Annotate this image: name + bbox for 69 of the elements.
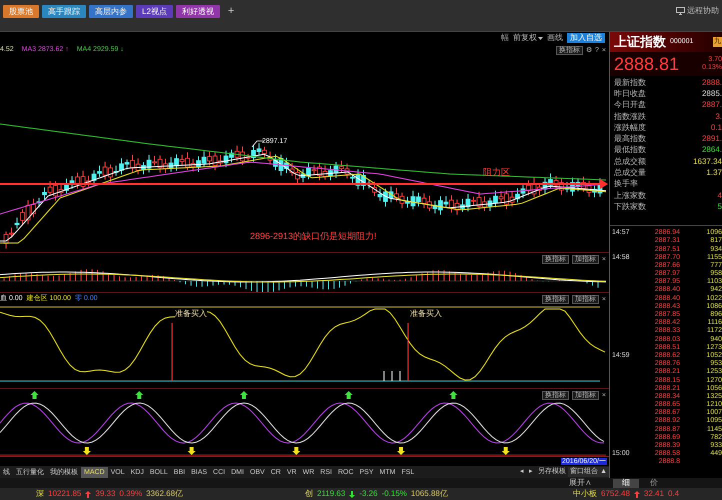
annotation-text: 2896-2913的缺口仍是短期阻力! xyxy=(250,230,377,243)
monitor-icon xyxy=(676,7,685,15)
remote-help-button[interactable]: 远程协助 xyxy=(676,5,719,17)
toolbar-label: 幅 xyxy=(501,32,509,44)
view-tab[interactable]: 价 xyxy=(641,478,667,488)
stat-value: 0.1 xyxy=(710,122,722,134)
stat-value: 2887. xyxy=(702,99,722,112)
market-change: 32.41 xyxy=(644,488,664,500)
view-tab[interactable]: 细 xyxy=(613,478,639,488)
stat-label: 今日开盘 xyxy=(614,99,646,112)
stat-label: 最新指数 xyxy=(614,76,646,89)
stat-value: 2888. xyxy=(702,76,722,89)
stat-value: 1.37 xyxy=(706,167,722,180)
nav-tab[interactable]: 高手跟踪 xyxy=(42,5,86,18)
annotation-text: 准备买入 xyxy=(410,310,442,318)
market-percent: 0.4 xyxy=(668,488,680,500)
market-percent: -0.15% xyxy=(382,488,407,500)
market-amount: 3362.68亿 xyxy=(146,488,184,500)
stat-label: 最高指数 xyxy=(614,133,646,146)
nav-tab[interactable]: L2视点 xyxy=(136,5,173,18)
arrow-marker-icon xyxy=(449,391,458,399)
market-name: 深 xyxy=(36,488,44,500)
arrow-marker-icon xyxy=(240,391,248,399)
stat-value: 5 xyxy=(718,200,722,213)
arrow-marker-icon xyxy=(344,391,353,399)
arrow-marker-icon xyxy=(30,391,39,399)
stat-value: 2885. xyxy=(702,88,722,100)
arrow-marker-icon xyxy=(292,447,300,455)
add-watchlist-button[interactable]: 加入自选 xyxy=(567,33,605,43)
stat-label: 上涨家数 xyxy=(614,190,646,202)
stat-value: 2864. xyxy=(702,144,722,156)
stat-label: 下跌家数 xyxy=(614,200,646,213)
annotation-text: 准备买入 xyxy=(175,310,207,318)
stat-label: 涨跌幅度 xyxy=(614,122,646,134)
market-price: 10221.85 xyxy=(48,488,82,500)
market-change: -3.26 xyxy=(359,488,378,500)
market-percent: 0.39% xyxy=(119,488,142,500)
arrow-marker-icon xyxy=(135,391,144,399)
stat-label: 总成交量 xyxy=(614,167,646,179)
stat-label: 总成交额 xyxy=(614,156,646,168)
stat-value: 1637.34 xyxy=(693,156,722,168)
arrow-marker-icon xyxy=(397,447,406,455)
index-name: 上证指数 xyxy=(614,33,666,52)
stat-label: 换手率 xyxy=(614,178,638,190)
index-price: 2888.81 xyxy=(614,52,680,76)
stat-value: 2891. xyxy=(702,133,722,146)
arrow-marker-icon xyxy=(82,447,91,455)
stat-value: 3. xyxy=(715,110,722,123)
stat-label: 指数涨跌 xyxy=(614,110,646,123)
draw-button[interactable]: 画线 xyxy=(547,32,563,44)
expand-button[interactable]: 展开∧ xyxy=(569,479,592,487)
tick-bars xyxy=(384,370,400,382)
market-change: 39.33 xyxy=(95,488,116,500)
market-amount: 1065.88亿 xyxy=(410,488,448,500)
adjust-dropdown[interactable]: 前复权 xyxy=(513,32,543,44)
market-price: 2119.63 xyxy=(317,488,346,500)
arrow-marker-icon xyxy=(502,447,510,455)
stat-value: 4 xyxy=(718,190,722,202)
add-tab-button[interactable]: + xyxy=(222,5,240,18)
annotation-text: 阻力区 xyxy=(483,166,510,179)
nav-tab[interactable]: 高层内参 xyxy=(89,5,133,18)
market-price: 6752.48 xyxy=(601,488,630,500)
caret-icon xyxy=(538,36,543,40)
stat-label: 最低指数 xyxy=(614,144,646,156)
market-name: 中小板 xyxy=(573,488,597,500)
market-name: 创 xyxy=(305,488,313,500)
stat-label: 昨日收盘 xyxy=(614,88,646,100)
arrow-marker-icon xyxy=(188,447,196,455)
nav-tab[interactable]: 利好透视 xyxy=(176,5,220,18)
